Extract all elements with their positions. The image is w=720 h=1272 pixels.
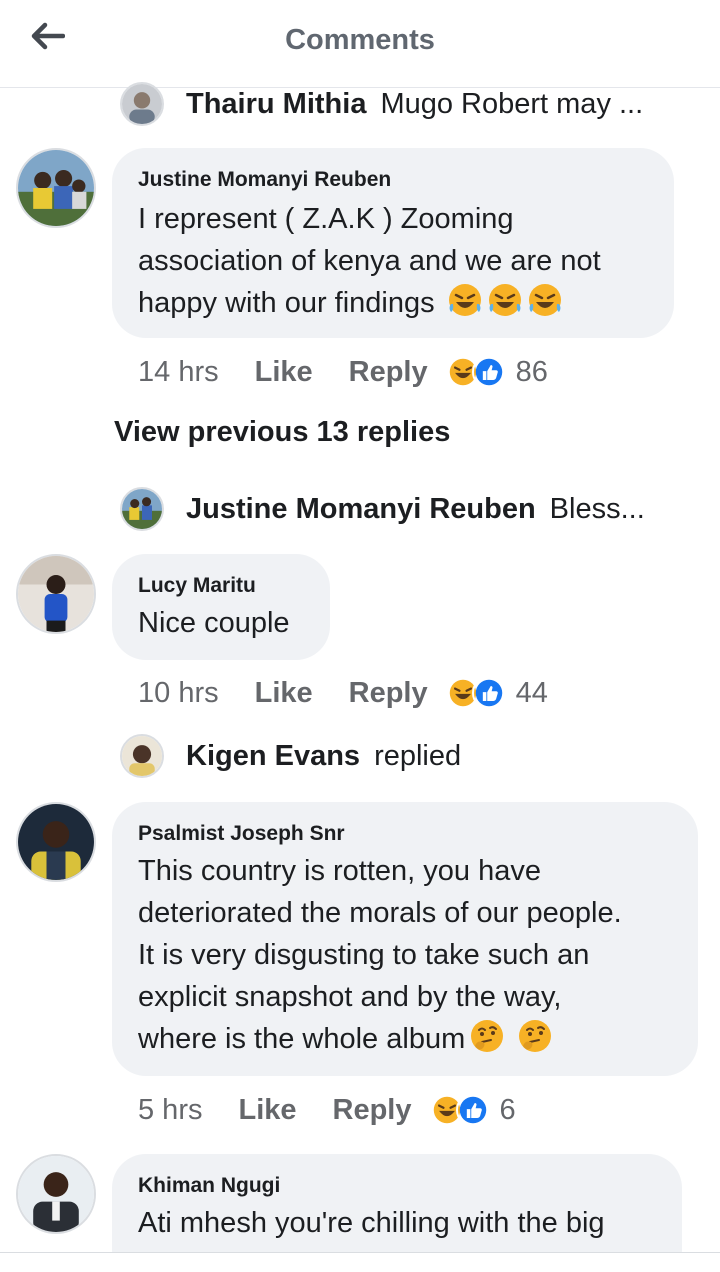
comment-text: Ati mhesh you're chilling with the big — [138, 1202, 605, 1244]
reply-preview[interactable]: Kigen Evans replied — [120, 734, 710, 778]
comment-text: Nice couple — [138, 602, 290, 644]
avatar[interactable] — [120, 734, 164, 778]
avatar[interactable] — [16, 148, 96, 228]
comment-line-last: where is the whole album — [138, 1018, 622, 1060]
avatar[interactable] — [16, 554, 96, 634]
comment-line: This country is rotten, you have — [138, 855, 541, 887]
comment-actions: 14 hrs Like Reply 86 — [138, 352, 548, 392]
rofl-emoji-icon — [487, 282, 523, 318]
comment-time[interactable]: 14 hrs — [138, 356, 219, 389]
reply-snippet: Bless... — [549, 492, 645, 525]
like-button[interactable]: Like — [255, 677, 313, 710]
page-title: Comments — [285, 24, 435, 56]
reply-preview[interactable]: Justine Momanyi Reuben Bless... — [120, 487, 710, 531]
like-button[interactable]: Like — [255, 356, 313, 389]
like-reaction-icon — [471, 676, 506, 710]
reply-author[interactable]: Justine Momanyi Reuben — [186, 493, 536, 526]
reply-author[interactable]: Kigen Evans — [186, 740, 360, 773]
reply-button[interactable]: Reply — [349, 356, 428, 389]
comment-line-text: happy with our findings — [138, 287, 435, 319]
reply-snippet: replied — [374, 739, 462, 772]
comment-text: I represent ( Z.A.K ) Zooming associatio… — [138, 198, 601, 324]
reactions-summary[interactable] — [445, 676, 506, 710]
comment-time[interactable]: 5 hrs — [138, 1094, 202, 1127]
comment-line: deteriorated the morals of our people. — [138, 897, 622, 929]
avatar[interactable] — [16, 802, 96, 882]
reaction-count[interactable]: 6 — [500, 1094, 516, 1127]
comment-line-text: where is the whole album — [138, 1023, 466, 1055]
avatar[interactable] — [120, 487, 164, 531]
rofl-emoji-icon — [447, 282, 483, 318]
comment-line: explicit snapshot and by the way, — [138, 981, 562, 1013]
comment-line-last: happy with our findings — [138, 282, 601, 324]
thinking-emoji-icon — [517, 1018, 553, 1054]
comment-bubble[interactable]: Lucy Maritu Nice couple — [112, 554, 330, 660]
comment-time[interactable]: 10 hrs — [138, 677, 219, 710]
reaction-count[interactable]: 86 — [516, 356, 548, 389]
reactions-summary[interactable] — [445, 355, 506, 389]
rofl-emoji-icon — [527, 282, 563, 318]
comment-line: Ati mhesh you're chilling with the big — [138, 1207, 605, 1239]
comment-line: It is very disgusting to take such an — [138, 939, 590, 971]
avatar[interactable] — [120, 82, 164, 126]
reactions-summary[interactable] — [429, 1093, 490, 1127]
comment-line: Nice couple — [138, 607, 290, 639]
comment-line: I represent ( Z.A.K ) Zooming — [138, 203, 514, 235]
comment-line: association of kenya and we are not — [138, 245, 601, 277]
avatar[interactable] — [16, 1154, 96, 1234]
comment-bubble[interactable]: Justine Momanyi Reuben I represent ( Z.A… — [112, 148, 674, 338]
comment-author[interactable]: Khiman Ngugi — [138, 1174, 280, 1198]
comment-author[interactable]: Psalmist Joseph Snr — [138, 822, 345, 846]
reply-snippet: Mugo Robert may ... — [380, 87, 644, 120]
like-reaction-icon — [471, 355, 506, 389]
view-previous-replies-link[interactable]: View previous 13 replies — [114, 416, 450, 449]
top-bar: Comments — [0, 0, 720, 88]
comment-author[interactable]: Lucy Maritu — [138, 574, 256, 598]
comment-author[interactable]: Justine Momanyi Reuben — [138, 168, 391, 192]
reply-preview[interactable]: Thairu Mithia Mugo Robert may ... — [120, 82, 710, 126]
reply-button[interactable]: Reply — [333, 1094, 412, 1127]
reply-button[interactable]: Reply — [349, 677, 428, 710]
comment-text: This country is rotten, you have deterio… — [138, 850, 622, 1060]
reaction-count[interactable]: 44 — [516, 677, 548, 710]
like-reaction-icon — [455, 1093, 490, 1127]
comment-bubble[interactable]: Psalmist Joseph Snr This country is rott… — [112, 802, 698, 1076]
comment-composer-edge — [0, 1252, 720, 1272]
reply-author[interactable]: Thairu Mithia — [186, 88, 366, 121]
comment-actions: 10 hrs Like Reply 44 — [138, 673, 548, 713]
like-button[interactable]: Like — [238, 1094, 296, 1127]
thinking-emoji-icon — [469, 1018, 505, 1054]
comment-actions: 5 hrs Like Reply 6 — [138, 1090, 516, 1130]
